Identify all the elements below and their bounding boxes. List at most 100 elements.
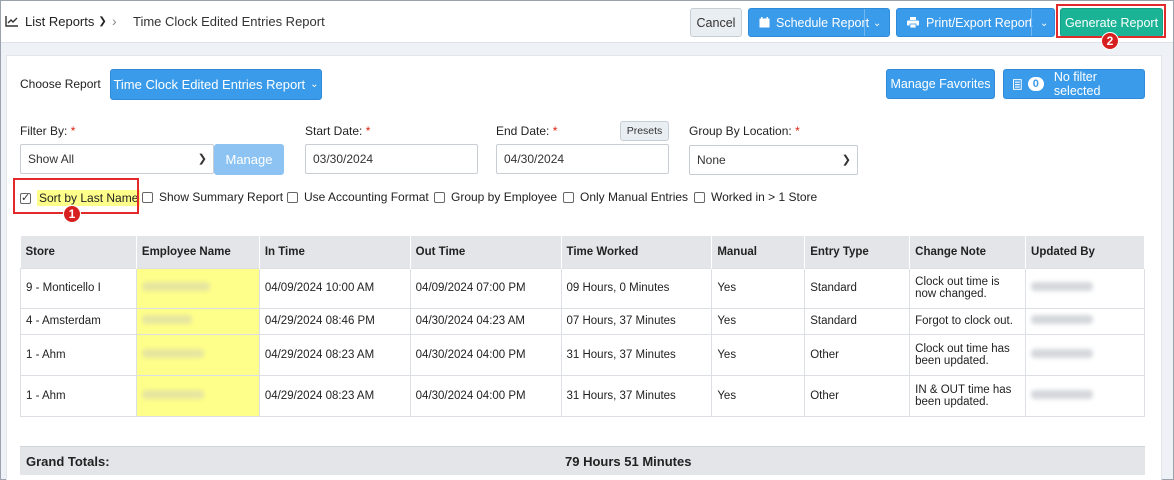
callout-badge-2: 2 [1101, 32, 1119, 50]
chevron-down-icon: ⌄ [310, 79, 319, 90]
redacted-name [141, 282, 210, 291]
checkbox[interactable] [142, 191, 153, 203]
employee-name-cell [135, 333, 260, 376]
list-reports-menu[interactable]: List Reports ❯ [25, 14, 107, 29]
entry-type-cell: Other [804, 374, 911, 417]
option-group-by-employee[interactable]: Group by Employee [434, 190, 557, 204]
time-worked-cell: 31 Hours, 37 Minutes [560, 374, 713, 417]
option-show-summary[interactable]: Show Summary Report [142, 190, 283, 204]
column-header[interactable]: Store [20, 236, 137, 268]
employee-name-cell [135, 374, 260, 417]
table-row: 9 - Monticello I 04/09/2024 10:00 AM 04/… [20, 267, 1145, 309]
print-export-button[interactable]: Print/Export Report ⌄ [896, 8, 1055, 37]
manage-favorites-button[interactable]: Manage Favorites [886, 69, 995, 99]
column-header[interactable]: Manual [711, 236, 806, 268]
split-divider [1031, 9, 1032, 36]
option-label: Use Accounting Format [304, 190, 429, 204]
start-date-label: Start Date: * [305, 124, 370, 138]
entry-type-cell: Standard [804, 267, 911, 309]
chevron-down-icon[interactable]: ⌄ [1040, 18, 1048, 29]
option-label: Group by Employee [451, 190, 558, 204]
cancel-button[interactable]: Cancel [690, 8, 742, 37]
grand-totals-label: Grand Totals: [26, 454, 110, 469]
out-time-cell: 04/30/2024 04:23 AM [409, 307, 562, 335]
column-header[interactable]: Entry Type [804, 236, 911, 268]
redacted-name [141, 315, 192, 324]
group-location-label: Group By Location: * [689, 124, 800, 138]
checkbox[interactable] [563, 191, 574, 203]
start-date-input[interactable]: 03/30/2024 [305, 144, 478, 174]
required-mark: * [365, 124, 371, 138]
column-header[interactable]: Time Worked [561, 236, 713, 268]
schedule-report-label: Schedule Report [776, 15, 870, 30]
redacted-name [1031, 315, 1094, 324]
store-cell: 4 - Amsterdam [20, 307, 137, 335]
calendar-icon [759, 17, 770, 28]
employee-name-cell [135, 267, 260, 309]
table-header-row: Store Employee Name In Time Out Time Tim… [20, 236, 1145, 268]
manual-cell: Yes [711, 307, 806, 335]
employee-name-cell [135, 307, 260, 335]
chevron-down-icon: ❯ [98, 16, 107, 27]
manual-cell: Yes [711, 374, 806, 417]
change-note-cell: Clock out time has been updated. [909, 333, 1027, 376]
in-time-cell: 04/29/2024 08:23 AM [258, 374, 411, 417]
required-mark: * [552, 124, 558, 138]
option-label: Show Summary Report [159, 190, 284, 204]
column-header[interactable]: Employee Name [136, 236, 260, 268]
table-row: 1 - Ahm 04/29/2024 08:23 AM 04/30/2024 0… [20, 333, 1145, 376]
option-only-manual[interactable]: Only Manual Entries [563, 190, 688, 204]
filter-label: No filter selected [1053, 70, 1101, 98]
filter-button[interactable]: 0 No filter selected [1003, 69, 1145, 99]
out-time-cell: 04/30/2024 04:00 PM [409, 374, 562, 417]
redacted-name [1031, 389, 1094, 399]
end-date-text: End Date: [496, 124, 550, 138]
manual-cell: Yes [711, 267, 806, 309]
updated-by-cell [1025, 374, 1145, 417]
checkbox[interactable] [287, 191, 298, 203]
in-time-cell: 04/29/2024 08:23 AM [258, 333, 411, 376]
required-mark: * [70, 124, 76, 138]
presets-button[interactable]: Presets [620, 121, 669, 141]
report-table: Store Employee Name In Time Out Time Tim… [20, 236, 1145, 417]
time-worked-cell: 07 Hours, 37 Minutes [560, 307, 713, 335]
group-location-text: Group By Location: [689, 124, 792, 138]
option-worked-multi-store[interactable]: Worked in > 1 Store [694, 190, 817, 204]
split-divider [864, 9, 865, 36]
choose-report-label: Choose Report [20, 77, 101, 91]
filter-by-select[interactable]: Show All ❯ [20, 144, 214, 174]
time-worked-cell: 31 Hours, 37 Minutes [560, 333, 713, 376]
option-label: Only Manual Entries [580, 190, 689, 204]
updated-by-cell [1025, 307, 1145, 335]
grand-totals-value: 79 Hours 51 Minutes [565, 454, 692, 469]
in-time-cell: 04/09/2024 10:00 AM [258, 267, 411, 309]
column-header[interactable]: Out Time [410, 236, 562, 268]
group-location-select[interactable]: None ❯ [689, 145, 858, 175]
time-worked-cell: 09 Hours, 0 Minutes [560, 267, 713, 309]
column-header[interactable]: In Time [259, 236, 411, 268]
out-time-cell: 04/30/2024 04:00 PM [409, 333, 562, 376]
list-reports-label: List Reports [25, 14, 95, 29]
column-header[interactable]: Updated By [1025, 236, 1145, 268]
end-date-input[interactable]: 04/30/2024 [496, 144, 669, 174]
checkbox[interactable] [434, 191, 445, 203]
callout-badge-1: 1 [63, 205, 81, 223]
choose-report-dropdown[interactable]: Time Clock Edited Entries Report ⌄ [110, 69, 322, 100]
option-accounting-format[interactable]: Use Accounting Format [287, 190, 429, 204]
store-cell: 1 - Ahm [20, 333, 137, 376]
top-bar: List Reports ❯ › Time Clock Edited Entri… [1, 1, 1173, 43]
change-note-cell: Clock out time is now changed. [909, 267, 1027, 309]
checkbox[interactable] [694, 191, 705, 203]
store-cell: 1 - Ahm [20, 374, 137, 417]
manage-button[interactable]: Manage [214, 144, 284, 175]
chevron-down-icon: ❯ [197, 153, 207, 165]
chevron-down-icon[interactable]: ⌄ [873, 18, 881, 29]
filter-count-badge: 0 [1027, 77, 1044, 91]
updated-by-cell [1025, 267, 1145, 309]
manual-cell: Yes [711, 333, 806, 376]
schedule-report-button[interactable]: Schedule Report ⌄ [748, 8, 890, 37]
chart-icon [5, 16, 18, 27]
redacted-name [1031, 282, 1094, 291]
table-row: 1 - Ahm 04/29/2024 08:23 AM 04/30/2024 0… [20, 374, 1145, 417]
column-header[interactable]: Change Note [909, 236, 1027, 268]
